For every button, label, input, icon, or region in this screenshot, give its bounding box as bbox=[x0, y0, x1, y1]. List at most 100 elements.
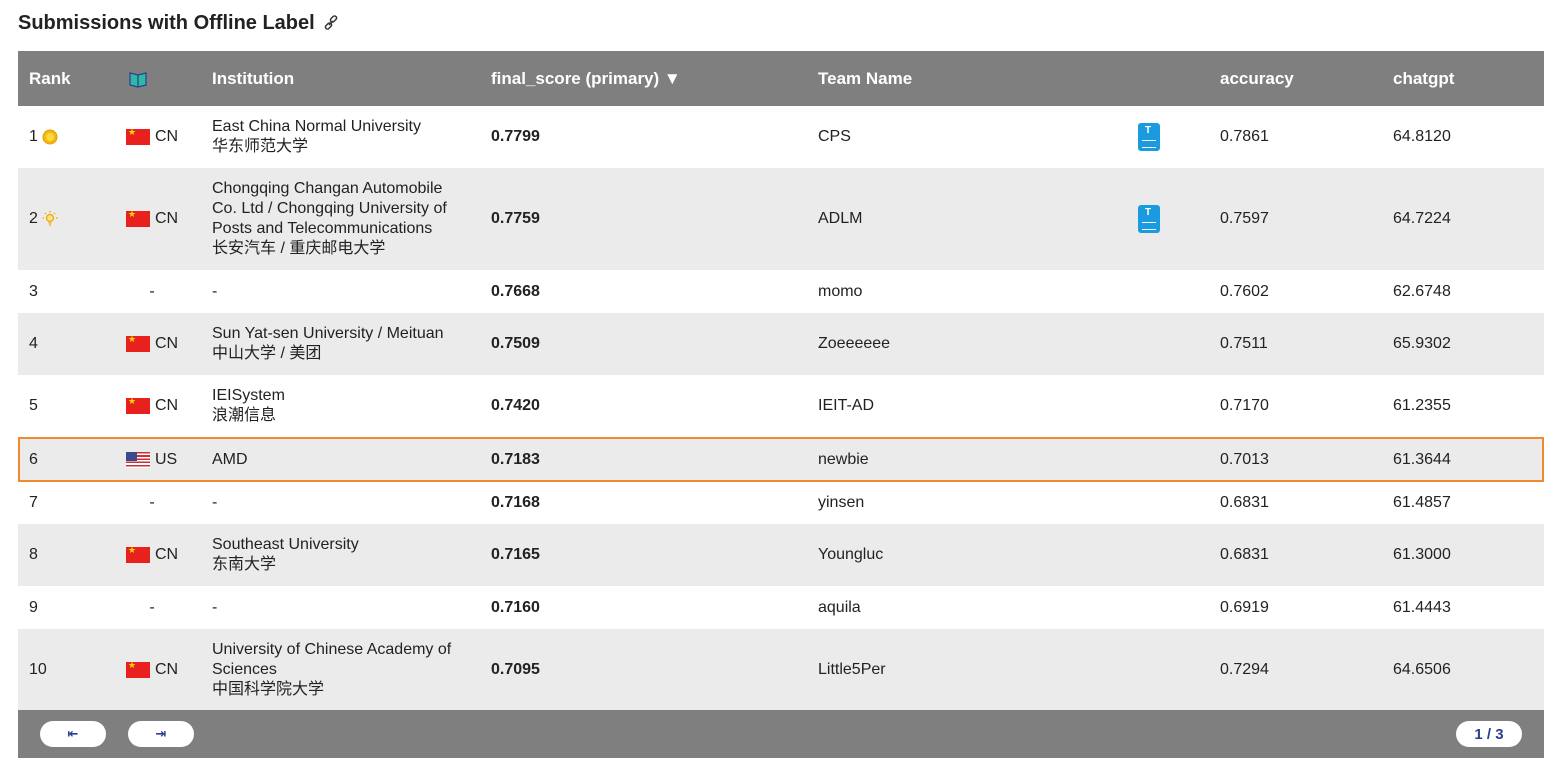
table-row-highlighted: 6 US AMD 0.7183 newbie 0.7013 61.3644 bbox=[18, 437, 1544, 482]
institution-name: Co. Ltd / Chongqing University of bbox=[212, 200, 447, 217]
flag-cn-icon bbox=[126, 127, 150, 145]
pagination-bar: ⇤ ⇥ 1 / 3 bbox=[18, 710, 1544, 758]
chatgpt-value: 64.7224 bbox=[1393, 210, 1451, 227]
country-code: - bbox=[149, 598, 155, 616]
institution-name: - bbox=[212, 282, 218, 300]
col-institution-header[interactable]: Institution bbox=[212, 51, 294, 106]
page-title-text: Submissions with Offline Label bbox=[18, 11, 315, 34]
paper-icon[interactable] bbox=[1138, 205, 1160, 233]
rank-value: 4 bbox=[29, 335, 38, 352]
accuracy-value: 0.6831 bbox=[1220, 546, 1269, 563]
institution-name-cn: 长安汽车 / 重庆邮电大学 bbox=[212, 240, 386, 257]
institution-name: Posts and Telecommunications bbox=[212, 220, 433, 237]
flag-cn-icon bbox=[126, 545, 150, 563]
country-code: CN bbox=[155, 128, 179, 145]
accuracy-value: 0.7294 bbox=[1220, 661, 1269, 678]
team-name: newbie bbox=[818, 450, 869, 468]
table-row: 10 CN University of Chinese Academy of Sc… bbox=[18, 629, 1544, 711]
rank-value: 6 bbox=[29, 450, 38, 468]
score-value: 0.7183 bbox=[491, 450, 540, 468]
team-name: ADLM bbox=[818, 210, 863, 227]
chatgpt-value: 61.4857 bbox=[1393, 494, 1451, 511]
table-row: 8 CN Southeast University 东南大学 0.7165 You… bbox=[18, 524, 1544, 586]
rank-value: 5 bbox=[29, 397, 38, 414]
team-name: IEIT-AD bbox=[818, 397, 875, 414]
team-name: momo bbox=[818, 282, 863, 300]
score-value: 0.7165 bbox=[491, 546, 540, 563]
chatgpt-value: 65.9302 bbox=[1393, 335, 1451, 352]
institution-name-cn: 中国科学院大学 bbox=[212, 681, 325, 698]
col-accuracy-header[interactable]: accuracy bbox=[1220, 51, 1294, 106]
accuracy-value: 0.7861 bbox=[1220, 128, 1269, 145]
institution-name: Sciences bbox=[212, 661, 277, 678]
col-score-header[interactable]: final_score (primary) ▼ bbox=[491, 51, 681, 106]
country-code: CN bbox=[155, 335, 179, 352]
book-icon[interactable] bbox=[128, 51, 148, 106]
country-code: CN bbox=[155, 397, 179, 414]
institution-name: IEISystem bbox=[212, 387, 285, 404]
flag-cn-icon bbox=[126, 334, 150, 352]
rank-value: 9 bbox=[29, 598, 38, 616]
rank-value: 7 bbox=[29, 494, 38, 511]
lightbulb-icon bbox=[41, 210, 59, 228]
team-name: Zoeeeeee bbox=[818, 335, 891, 352]
chatgpt-value: 61.3644 bbox=[1393, 450, 1451, 468]
team-name: yinsen bbox=[818, 494, 865, 511]
accuracy-value: 0.7170 bbox=[1220, 397, 1269, 414]
page-indicator: 1 / 3 bbox=[1456, 721, 1522, 747]
institution-name: - bbox=[212, 598, 218, 616]
gold-medal-icon bbox=[41, 128, 59, 146]
chatgpt-value: 61.3000 bbox=[1393, 546, 1451, 563]
institution-name: University of Chinese Academy of bbox=[212, 641, 452, 658]
chatgpt-value: 62.6748 bbox=[1393, 282, 1451, 300]
rank-value: 3 bbox=[29, 282, 38, 300]
chatgpt-value: 61.2355 bbox=[1393, 397, 1451, 414]
table-row: 3 - - 0.7668 momo 0.7602 62.6748 bbox=[18, 270, 1544, 313]
rank-value: 10 bbox=[29, 661, 47, 678]
rank-value: 1 bbox=[29, 128, 38, 145]
flag-cn-icon bbox=[126, 209, 150, 227]
table-row: 5 CN IEISystem 浪潮信息 0.7420 IEIT-AD 0.7170… bbox=[18, 375, 1544, 437]
table-header: Rank Institution final_score (primary) ▼… bbox=[18, 51, 1544, 106]
score-value: 0.7168 bbox=[491, 494, 540, 511]
first-page-button[interactable]: ⇤ bbox=[40, 721, 106, 747]
institution-name-cn: 浪潮信息 bbox=[212, 407, 277, 424]
country-code: CN bbox=[155, 661, 179, 678]
col-chatgpt-header[interactable]: chatgpt bbox=[1393, 51, 1454, 106]
institution-name: Southeast University bbox=[212, 536, 359, 553]
table-row: 7 - - 0.7168 yinsen 0.6831 61.4857 bbox=[18, 482, 1544, 524]
score-value: 0.7420 bbox=[491, 397, 540, 414]
table-row: 1 CN East China Normal University华东师范大学 … bbox=[18, 106, 1544, 168]
score-value: 0.7160 bbox=[491, 598, 540, 616]
team-name: CPS bbox=[818, 128, 851, 145]
page-title: Submissions with Offline Label bbox=[18, 10, 339, 36]
country-code: - bbox=[149, 494, 155, 511]
last-page-button[interactable]: ⇥ bbox=[128, 721, 194, 747]
institution-name-cn: 东南大学 bbox=[212, 556, 277, 573]
accuracy-value: 0.7013 bbox=[1220, 450, 1269, 468]
flag-cn-icon bbox=[126, 660, 150, 678]
country-code: CN bbox=[155, 546, 179, 563]
flag-cn-icon bbox=[126, 396, 150, 414]
institution-name: AMD bbox=[212, 450, 248, 468]
col-rank-header[interactable]: Rank bbox=[29, 51, 71, 106]
score-value: 0.7759 bbox=[491, 210, 540, 227]
col-team-header[interactable]: Team Name bbox=[818, 51, 912, 106]
country-code: US bbox=[155, 450, 178, 468]
flag-us-icon bbox=[126, 451, 150, 468]
accuracy-value: 0.7597 bbox=[1220, 210, 1269, 227]
score-value: 0.7509 bbox=[491, 335, 540, 352]
accuracy-value: 0.7511 bbox=[1220, 335, 1268, 352]
paper-icon[interactable] bbox=[1138, 123, 1160, 151]
chatgpt-value: 64.6506 bbox=[1393, 661, 1451, 678]
chatgpt-value: 64.8120 bbox=[1393, 128, 1451, 145]
rank-value: 2 bbox=[29, 210, 38, 227]
link-icon[interactable] bbox=[323, 15, 339, 31]
score-value: 0.7668 bbox=[491, 282, 540, 300]
institution-name-cn: 中山大学 / 美团 bbox=[212, 345, 322, 362]
team-name: Little5Per bbox=[818, 661, 886, 678]
institution-name: Chongqing Changan Automobile bbox=[212, 180, 443, 197]
score-value: 0.7095 bbox=[491, 661, 540, 678]
score-value: 0.7799 bbox=[491, 128, 540, 145]
accuracy-value: 0.6919 bbox=[1220, 598, 1269, 616]
